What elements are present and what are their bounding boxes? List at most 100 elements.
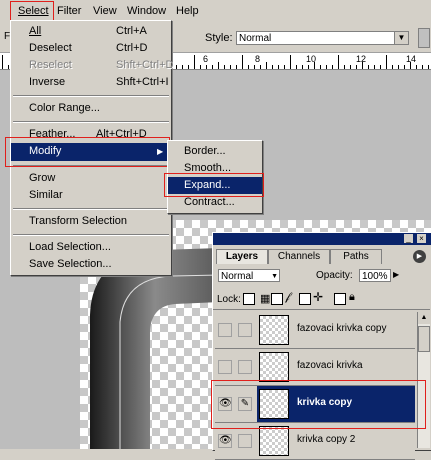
menu-item-all[interactable]: All Ctrl+A xyxy=(11,23,171,40)
menu-item-similar[interactable]: Similar xyxy=(11,187,171,204)
palette-titlebar[interactable]: _ × xyxy=(213,233,431,245)
visibility-toggle[interactable] xyxy=(218,323,232,337)
menu-separator xyxy=(13,208,169,210)
link-toggle[interactable] xyxy=(238,434,252,448)
ruler-tick xyxy=(368,65,369,69)
menu-view[interactable]: View xyxy=(90,4,120,19)
tab-label: Paths xyxy=(343,251,369,262)
layer-thumbnail xyxy=(259,352,289,382)
menu-filter[interactable]: Filter xyxy=(54,4,84,19)
palette-menu-icon[interactable]: ▶ xyxy=(413,250,426,263)
ruler-tick xyxy=(296,65,297,69)
highlight-expand xyxy=(164,173,264,197)
lock-position-checkbox[interactable] xyxy=(299,293,311,305)
menu-item-label: Save Selection... xyxy=(29,258,112,270)
menu-item-label: Inverse xyxy=(29,76,66,88)
menu-item-shortcut: Ctrl+A xyxy=(116,25,147,37)
minimize-icon[interactable]: _ xyxy=(404,234,413,243)
ruler-tick xyxy=(380,65,381,69)
opacity-input[interactable]: 100% xyxy=(359,269,391,282)
menu-item-shortcut: Shft+Ctrl+D xyxy=(116,59,174,71)
opacity-arrow-icon[interactable]: ▶ xyxy=(393,270,399,279)
options-scroll-handle[interactable] xyxy=(418,28,430,48)
ruler-tick xyxy=(248,65,249,69)
ruler-tick xyxy=(8,65,9,69)
ruler-tick xyxy=(278,65,279,69)
ruler-tick xyxy=(224,65,225,69)
ruler-tick xyxy=(212,65,213,69)
link-toggle[interactable] xyxy=(238,323,252,337)
layer-thumbnail xyxy=(259,315,289,345)
brush-lock-icon[interactable]: 𝒻 xyxy=(285,291,290,304)
ruler-tick xyxy=(218,62,219,69)
menu-separator xyxy=(13,121,169,123)
move-lock-icon[interactable]: ✛ xyxy=(313,290,323,304)
ruler-tick xyxy=(182,65,183,69)
menu-item-load-selection[interactable]: Load Selection... xyxy=(11,239,171,256)
ruler-tick xyxy=(338,55,339,69)
menu-item-label: Color Range... xyxy=(29,102,100,114)
menu-item-color-range[interactable]: Color Range... xyxy=(11,100,171,117)
lock-transparency-icon[interactable] xyxy=(243,293,255,305)
ruler-tick xyxy=(242,55,243,69)
ruler-tick xyxy=(392,65,393,69)
layer-name: fazovaci krivka copy xyxy=(297,323,387,334)
link-toggle[interactable] xyxy=(238,360,252,374)
lock-label: Lock: xyxy=(217,294,241,305)
menu-item-border[interactable]: Border... xyxy=(168,143,262,160)
ruler-tick xyxy=(374,65,375,69)
menu-item-deselect[interactable]: Deselect Ctrl+D xyxy=(11,40,171,57)
lock-all-checkbox[interactable] xyxy=(334,293,346,305)
menu-item-inverse[interactable]: Inverse Shft+Ctrl+I xyxy=(11,74,171,91)
tab-layers[interactable]: Layers xyxy=(216,249,268,264)
ruler-tick xyxy=(200,65,201,69)
menu-help[interactable]: Help xyxy=(173,4,202,19)
ruler-tick xyxy=(302,65,303,69)
eye-icon[interactable]: 👁︎ xyxy=(218,434,232,448)
close-icon[interactable]: × xyxy=(417,234,426,243)
ruler-tick xyxy=(332,65,333,69)
menu-window[interactable]: Window xyxy=(124,4,169,19)
ruler-tick xyxy=(272,65,273,69)
style-select[interactable]: Normal ▼ xyxy=(236,31,409,45)
lock-icon[interactable]: 🔒︎ xyxy=(349,291,355,304)
ruler-label: 6 xyxy=(203,54,209,64)
ruler-tick xyxy=(236,65,237,69)
menu-item-label: Transform Selection xyxy=(29,215,128,227)
menu-item-label: Similar xyxy=(29,189,63,201)
menu-item-reselect[interactable]: Reselect Shft+Ctrl+D xyxy=(11,57,174,74)
menu-item-shortcut: Ctrl+D xyxy=(116,42,148,54)
menu-item-grow[interactable]: Grow xyxy=(11,170,171,187)
scroll-up-icon[interactable]: ▲ xyxy=(418,312,430,324)
menu-item-label: Border... xyxy=(184,145,226,157)
ruler-tick xyxy=(290,55,291,69)
tab-channels[interactable]: Channels xyxy=(268,249,330,264)
style-label: Style: xyxy=(205,32,233,44)
palette-divider xyxy=(213,309,430,310)
menu-item-label: Grow xyxy=(29,172,56,184)
chevron-down-icon[interactable]: ▼ xyxy=(394,32,408,44)
ruler-tick xyxy=(398,65,399,69)
lock-image-checkbox[interactable] xyxy=(271,293,283,305)
menu-item-label: Reselect xyxy=(29,59,72,71)
ruler-tick xyxy=(206,65,207,69)
ruler-tick xyxy=(284,65,285,69)
ruler-label: 12 xyxy=(356,54,367,64)
menu-item-transform-selection[interactable]: Transform Selection xyxy=(11,213,171,230)
layer-row[interactable]: fazovaci krivka copy xyxy=(215,312,415,349)
ruler-tick xyxy=(2,55,3,69)
ruler-tick xyxy=(416,65,417,69)
lock-image-icon[interactable]: ▦ xyxy=(260,292,270,305)
ruler-tick xyxy=(350,65,351,69)
blend-mode-select[interactable]: Normal ▼ xyxy=(218,269,280,282)
tab-paths[interactable]: Paths xyxy=(330,249,382,264)
menu-separator xyxy=(13,95,169,97)
visibility-toggle[interactable] xyxy=(218,360,232,374)
scroll-thumb[interactable] xyxy=(418,326,430,352)
ruler-label: 10 xyxy=(306,54,317,64)
opacity-label: Opacity: xyxy=(316,270,353,281)
layer-name: krivka copy 2 xyxy=(297,434,356,445)
menu-item-save-selection[interactable]: Save Selection... xyxy=(11,256,171,273)
ruler-tick xyxy=(344,65,345,69)
ruler-tick xyxy=(230,65,231,69)
